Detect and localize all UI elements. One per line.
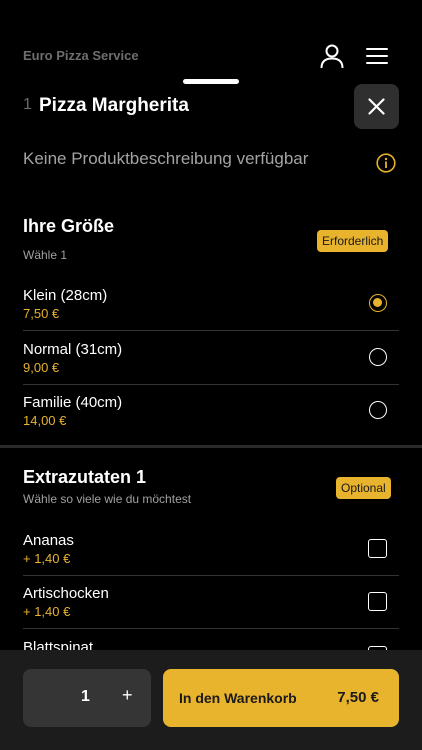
add-to-cart-price: 7,50 €: [337, 689, 379, 706]
radio-unselected[interactable]: [369, 401, 387, 419]
close-button[interactable]: [354, 84, 399, 129]
extras-section-title: Extrazutaten 1: [23, 467, 147, 487]
quantity-stepper[interactable]: 1 +: [23, 669, 151, 727]
info-icon[interactable]: [376, 153, 396, 173]
extras-section-subtitle: Wähle so viele wie du möchtest: [23, 492, 192, 506]
option-label: Ananas: [23, 532, 74, 549]
option-price: + 1,40 €: [23, 551, 71, 566]
option-label: Klein (28cm): [23, 287, 108, 304]
quantity-value: 1: [81, 688, 90, 705]
required-badge: Erforderlich: [317, 230, 389, 252]
add-to-cart-label: In den Warenkorb: [179, 690, 297, 706]
option-price: + 1,40 €: [23, 604, 71, 619]
section-divider: [0, 445, 422, 448]
menu-icon[interactable]: [366, 47, 388, 65]
checkbox[interactable]: [368, 539, 387, 558]
option-price: 7,50 €: [23, 306, 60, 321]
size-section-subtitle: Wähle 1: [23, 248, 68, 262]
product-quantity-prefix: 1: [23, 96, 32, 113]
option-label: Artischocken: [23, 585, 109, 602]
radio-unselected[interactable]: [369, 348, 387, 366]
app-header: Euro Pizza Service: [0, 0, 422, 80]
size-option-family[interactable]: Familie (40cm) 14,00 €: [23, 384, 399, 437]
extra-option-artichokes[interactable]: Artischocken + 1,40 €: [23, 575, 399, 629]
option-price: 14,00 €: [23, 413, 67, 428]
option-label: Normal (31cm): [23, 341, 123, 358]
size-section-title: Ihre Größe: [23, 216, 115, 236]
close-icon: [368, 98, 385, 115]
extra-option-pineapple[interactable]: Ananas + 1,40 €: [23, 522, 399, 576]
quantity-plus-button[interactable]: +: [122, 685, 133, 706]
product-sheet: 1 Pizza Margherita Keine Produktbeschrei…: [0, 84, 422, 650]
option-label: Familie (40cm): [23, 394, 123, 411]
option-price: 9,00 €: [23, 360, 60, 375]
checkbox[interactable]: [368, 592, 387, 611]
bottom-bar: 1 + In den Warenkorb 7,50 €: [0, 650, 422, 750]
size-option-small[interactable]: Klein (28cm) 7,50 €: [23, 277, 399, 331]
add-to-cart-button[interactable]: In den Warenkorb 7,50 €: [163, 669, 399, 727]
option-label: Blattspinat: [23, 639, 94, 650]
radio-selected[interactable]: [369, 294, 387, 312]
size-option-normal[interactable]: Normal (31cm) 9,00 €: [23, 331, 399, 385]
user-icon[interactable]: [319, 43, 345, 69]
extra-option-spinach[interactable]: Blattspinat: [23, 629, 399, 650]
product-name: Pizza Margherita: [39, 95, 189, 116]
app-title: Euro Pizza Service: [23, 48, 139, 63]
optional-badge: Optional: [336, 477, 391, 499]
product-description: Keine Produktbeschreibung verfügbar: [23, 149, 309, 168]
